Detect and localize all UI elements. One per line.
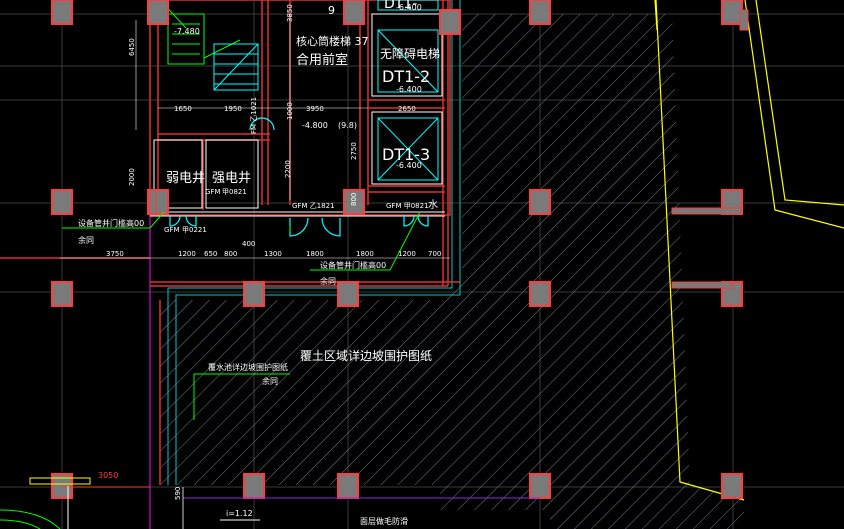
column xyxy=(529,0,551,25)
column xyxy=(337,281,359,307)
dim-row-1800b: 1800 xyxy=(356,250,374,258)
label-nine: 9 xyxy=(328,4,335,17)
dim-row-3750: 3750 xyxy=(106,250,124,258)
dim-row-1300: 1300 xyxy=(264,250,282,258)
hatch-note: 覆水池详边坡围护图纸 xyxy=(208,362,288,372)
dim-6450: 6450 xyxy=(128,38,136,56)
dim-1000: 1000 xyxy=(286,102,294,120)
dim-row-650: 650 xyxy=(204,250,217,258)
label-front-room: 合用前室 xyxy=(296,52,348,68)
column xyxy=(337,473,359,499)
column xyxy=(147,0,169,25)
level-lift-2: -6.400 xyxy=(396,85,422,94)
dim-2000: 2000 xyxy=(128,168,136,186)
label-strong-shaft: 强电井 xyxy=(212,171,251,186)
dim-3050: 3050 xyxy=(98,471,118,480)
label-weak-shaft: 弱电井 xyxy=(166,171,205,186)
note-left-2: 余同 xyxy=(78,235,94,245)
column xyxy=(243,473,265,499)
dim-1650: 1650 xyxy=(174,105,192,113)
column xyxy=(51,281,73,307)
dim-row-1200b: 1200 xyxy=(398,250,416,258)
column xyxy=(439,9,461,35)
column xyxy=(721,0,743,25)
doors xyxy=(169,117,429,237)
door-gfm-left2: 甲0821 xyxy=(222,188,247,196)
level-lift-3: -6.400 xyxy=(396,161,422,170)
wall-stub xyxy=(739,9,749,31)
column xyxy=(721,473,743,499)
level-corridor: -4.800 xyxy=(302,121,328,130)
dim-800v: 800 xyxy=(350,193,358,206)
note-left: 设备管井门槛高00 xyxy=(78,218,144,228)
door-gfm-right: GFM 甲0821 xyxy=(386,202,429,210)
hatch-note-2: 余同 xyxy=(262,376,278,386)
column xyxy=(529,281,551,307)
label-core-tube: 核心筒楼梯 37 xyxy=(296,34,369,48)
wall-stub xyxy=(671,281,733,289)
note-mid-2: 余同 xyxy=(320,276,336,286)
hatch-title: 覆土区域详边坡围护图纸 xyxy=(300,348,432,363)
dim-row-1800a: 1800 xyxy=(306,250,324,258)
dim-2200: 2200 xyxy=(284,160,292,178)
door-gfm-left1: GFM xyxy=(205,188,221,196)
dim-1950: 1950 xyxy=(224,105,242,113)
dim-2650: 2650 xyxy=(398,105,416,113)
wall-stub xyxy=(671,207,743,215)
door-gfm-low1: GFM xyxy=(164,226,180,234)
cad-drawing-canvas[interactable]: 9 核心筒楼梯 37 合用前室 弱电井 强电井 无障碍电梯 DT1- DT1-2… xyxy=(0,0,844,529)
level-lift-top: -6.400 xyxy=(396,3,422,12)
level-stair-top: -7.480 xyxy=(174,27,200,36)
slope-label: i=1.12 xyxy=(226,509,253,518)
level-corridor-note: (9.8) xyxy=(338,121,357,130)
dim-3950: 3950 xyxy=(306,105,324,113)
column xyxy=(51,189,73,215)
dim-row-400: 400 xyxy=(242,240,255,248)
dim-row-700: 700 xyxy=(428,250,441,258)
note-bottom: 面层做毛防滑 xyxy=(360,516,408,526)
dim-3850: 3850 xyxy=(286,4,294,22)
note-mid: 设备管井门槛高00 xyxy=(320,260,386,270)
label-lift-2: DT1-2 xyxy=(382,67,430,86)
column xyxy=(343,0,365,25)
door-gfm-low2: 甲0221 xyxy=(182,226,207,234)
dim-2750: 2750 xyxy=(350,142,358,160)
floor-plan-drawing[interactable]: 9 核心筒楼梯 37 合用前室 弱电井 强电井 无障碍电梯 DT1- DT1-2… xyxy=(0,0,844,529)
label-water: 水 xyxy=(428,199,438,211)
dim-590: 590 xyxy=(174,487,182,500)
dim-row-1200a: 1200 xyxy=(178,250,196,258)
wall-stub xyxy=(149,189,157,215)
stair-flight xyxy=(213,43,259,91)
column xyxy=(529,473,551,499)
column xyxy=(529,189,551,215)
door-fm-vertical: FM 乙1021 xyxy=(250,97,258,134)
label-elevator: 无障碍电梯 xyxy=(380,46,440,61)
dim-row-800: 800 xyxy=(224,250,237,258)
column xyxy=(51,0,73,25)
door-gfm-mid: GFM 乙1821 xyxy=(292,202,335,210)
column xyxy=(243,281,265,307)
